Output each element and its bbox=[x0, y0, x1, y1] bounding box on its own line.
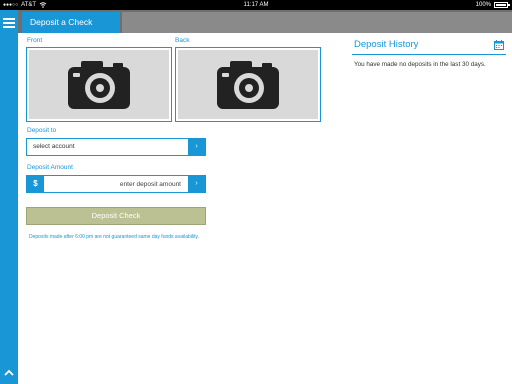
deposit-amount-label: Deposit Amount bbox=[27, 164, 73, 171]
deposit-amount-input[interactable] bbox=[45, 176, 185, 192]
deposit-to-label: Deposit to bbox=[27, 127, 57, 134]
deposit-history-empty-message: You have made no deposits in the last 30… bbox=[354, 61, 486, 68]
deposit-amount-field[interactable]: $ › bbox=[26, 175, 206, 193]
chevron-up-icon[interactable] bbox=[4, 368, 14, 378]
dollar-sign-icon: $ bbox=[27, 176, 44, 192]
deposit-history-title: Deposit History bbox=[354, 39, 419, 50]
battery-percent: 100% bbox=[475, 2, 491, 8]
sidebar bbox=[0, 10, 18, 384]
battery-icon bbox=[494, 2, 510, 8]
status-right: 100% bbox=[475, 2, 510, 8]
tab-deposit-a-check[interactable]: Deposit a Check bbox=[22, 12, 120, 33]
hamburger-menu-icon[interactable] bbox=[3, 18, 15, 28]
top-bar: Deposit a Check bbox=[18, 10, 512, 33]
status-bar: ●●●○○ AT&T 11:17 AM 100% bbox=[0, 0, 512, 10]
status-time: 11:17 AM bbox=[243, 2, 269, 8]
back-label: Back bbox=[175, 37, 190, 44]
history-divider bbox=[352, 54, 506, 55]
battery-fill bbox=[496, 4, 506, 6]
chevron-right-icon[interactable]: › bbox=[188, 139, 205, 155]
camera-icon bbox=[217, 60, 279, 109]
deposit-check-button[interactable]: Deposit Check bbox=[26, 207, 206, 225]
top-bar-fill bbox=[122, 12, 512, 33]
account-select[interactable]: select account › bbox=[26, 138, 206, 156]
account-select-value: select account bbox=[33, 143, 75, 150]
back-photo-capture[interactable] bbox=[175, 47, 321, 122]
camera-icon bbox=[68, 60, 130, 109]
calendar-icon[interactable] bbox=[494, 40, 504, 50]
back-photo-placeholder bbox=[178, 50, 318, 119]
deposit-cutoff-notice: Deposits made after 6:00 pm are not guar… bbox=[29, 234, 200, 240]
front-photo-capture[interactable] bbox=[26, 47, 172, 122]
front-photo-placeholder bbox=[29, 50, 169, 119]
front-label: Front bbox=[27, 37, 43, 44]
chevron-right-icon[interactable]: › bbox=[188, 176, 205, 192]
